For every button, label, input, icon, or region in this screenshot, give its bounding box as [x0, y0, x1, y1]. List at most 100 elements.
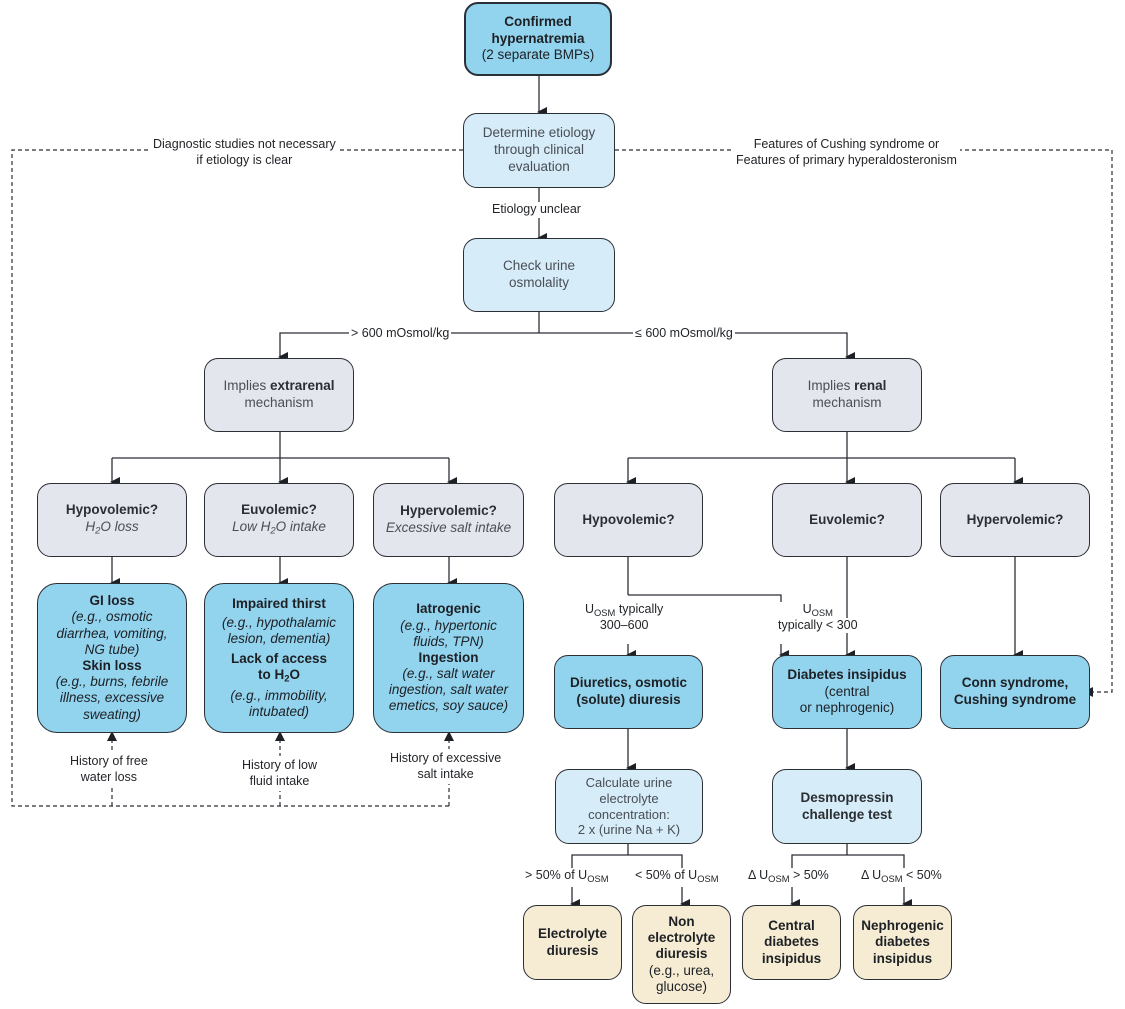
- node-nephrogenic-di: Nephrogenic diabetes insipidus: [853, 905, 952, 980]
- node-diuretics: Diuretics, osmotic (solute) diuresis: [554, 655, 703, 729]
- heading: Skin loss: [82, 658, 142, 673]
- text-part: < 50%: [902, 868, 942, 882]
- node-title: Hypovolemic?: [582, 511, 675, 527]
- heading: Impaired thirst: [232, 596, 326, 612]
- text-part: < 50% of U: [635, 868, 698, 882]
- node-title: Euvolemic?: [809, 511, 885, 527]
- node-renal-hypovolemic: Hypovolemic?: [554, 483, 703, 557]
- node-line: Cushing syndrome: [953, 692, 1077, 707]
- node-diabetes-insipidus: Diabetes insipidus (central or nephrogen…: [772, 655, 922, 729]
- node-line: (solute) diuresis: [576, 692, 681, 707]
- text-part: Δ U: [748, 868, 769, 882]
- text-part: Low H: [232, 519, 271, 535]
- label-line: salt intake: [417, 766, 474, 781]
- label-line: History of low: [242, 758, 318, 772]
- label-history-excessive-salt: History of excessive salt intake: [388, 749, 504, 785]
- node-line: Desmopressin: [800, 789, 894, 805]
- label-line: History of free: [70, 754, 148, 768]
- node-line: Calculate urine: [585, 775, 673, 791]
- node-confirmed-line2: hypernatremia: [491, 30, 585, 46]
- node-line: glucose): [655, 978, 708, 994]
- node-extrarenal-mechanism: Implies extrarenal mechanism: [204, 358, 354, 432]
- text: (e.g., osmotic: [71, 609, 153, 625]
- label-history-low-fluid: History of low fluid intake: [240, 756, 320, 792]
- node-line: (e.g., urea,: [648, 962, 715, 978]
- node-line: Conn syndrome,: [961, 675, 1069, 691]
- subscript: OSM: [881, 873, 903, 884]
- node-gi-skin-loss: GI loss (e.g., osmotic diarrhea, vomitin…: [37, 583, 187, 733]
- subscript: OSM: [811, 607, 833, 618]
- node-electrolyte-diuresis: Electrolyte diuresis: [523, 905, 622, 980]
- node-renal-euvolemic: Euvolemic?: [772, 483, 922, 557]
- subscript: OSM: [587, 873, 609, 884]
- text: (e.g., hypertonic: [400, 617, 497, 633]
- label-line: UOSM: [800, 602, 835, 618]
- node-line: diabetes: [875, 934, 930, 950]
- node-subtitle: Excessive salt intake: [385, 520, 512, 535]
- node-line: or nephrogenic): [799, 700, 895, 716]
- node-line: Electrolyte: [537, 925, 608, 941]
- node-calculate-urine-electrolyte: Calculate urine electrolyte concentratio…: [555, 769, 703, 844]
- label-text: Etiology unclear: [492, 202, 581, 216]
- text-part: to H: [257, 666, 285, 682]
- node-title: Euvolemic?: [241, 502, 317, 518]
- label-cushing-features: Features of Cushing syndrome or Features…: [733, 137, 960, 169]
- text: (e.g., immobility,: [230, 687, 328, 703]
- node-line: concentration:: [588, 806, 670, 822]
- node-title: Diabetes insipidus: [787, 666, 907, 682]
- node-extrarenal-hypovolemic: Hypovolemic? H2O loss: [37, 483, 187, 557]
- heading: Ingestion: [418, 649, 479, 665]
- node-extrarenal-euvolemic: Euvolemic? Low H2O intake: [204, 483, 354, 557]
- node-line: diabetes: [764, 934, 819, 950]
- heading: Iatrogenic: [416, 601, 481, 617]
- node-desmopressin-challenge: Desmopressin challenge test: [772, 769, 922, 844]
- node-extrarenal-hypervolemic: Hypervolemic? Excessive salt intake: [373, 483, 524, 557]
- label-etiology-unclear: Etiology unclear: [492, 202, 581, 218]
- text: emetics, soy sauce): [388, 698, 509, 714]
- node-line: Central: [768, 918, 815, 934]
- text: (e.g., salt water: [402, 666, 495, 682]
- text: intubated): [248, 703, 310, 719]
- label-line: if etiology is clear: [196, 152, 293, 167]
- label-gt-600: > 600 mOsmol/kg: [349, 326, 452, 342]
- node-determine-line3: evaluation: [508, 158, 570, 174]
- label-delta-lt-50: Δ UOSM < 50%: [860, 868, 943, 884]
- label-line: Features of Cushing syndrome or: [753, 137, 940, 151]
- node-line: electrolyte: [647, 930, 716, 946]
- label-line: 300–600: [599, 617, 649, 632]
- text: sweating): [83, 706, 141, 722]
- text: ingestion, salt water: [388, 682, 509, 698]
- label-text: > 600 mOsmol/kg: [351, 326, 450, 340]
- node-title: Hypervolemic?: [966, 511, 1064, 527]
- node-check-urine-osmolality: Check urine osmolality: [463, 238, 615, 312]
- text-part: > 50%: [789, 868, 829, 882]
- node-impaired-thirst: Impaired thirst (e.g., hypothalamic lesi…: [204, 583, 354, 733]
- text-part: O loss: [100, 519, 139, 535]
- label-line: typically < 300: [778, 617, 858, 634]
- text-part: O intake: [275, 519, 326, 535]
- node-line: insipidus: [872, 950, 933, 966]
- node-line: diuresis: [546, 942, 599, 958]
- text: fluids, TPN): [413, 633, 484, 649]
- node-line: Diuretics, osmotic: [569, 675, 688, 691]
- node-renal-prefix: Implies: [807, 378, 855, 394]
- node-line: (central: [824, 683, 870, 699]
- node-determine-etiology: Determine etiology through clinical eval…: [463, 113, 615, 188]
- text-part: > 50% of U: [525, 868, 588, 882]
- text-part: U: [585, 602, 595, 616]
- label-line: fluid intake: [249, 773, 310, 788]
- label-le-600: ≤ 600 mOsmol/kg: [633, 326, 735, 342]
- label-text: ≤ 600 mOsmol/kg: [635, 326, 733, 340]
- node-extrarenal-prefix: Implies: [223, 378, 270, 394]
- text: illness, excessive: [59, 690, 165, 706]
- node-extrarenal-line1: Implies extrarenal: [223, 378, 334, 395]
- label-line: History of excessive: [390, 751, 502, 765]
- subscript: OSM: [697, 873, 719, 884]
- node-line: electrolyte: [599, 790, 659, 806]
- text-part: H: [85, 519, 96, 535]
- node-iatrogenic-ingestion: Iatrogenic (e.g., hypertonic fluids, TPN…: [373, 583, 524, 733]
- label-history-free-water: History of free water loss: [68, 752, 150, 788]
- text: (e.g., hypothalamic: [221, 615, 337, 631]
- node-subtitle: Low H2O intake: [232, 519, 326, 537]
- label-line: UOSM typically: [585, 602, 663, 618]
